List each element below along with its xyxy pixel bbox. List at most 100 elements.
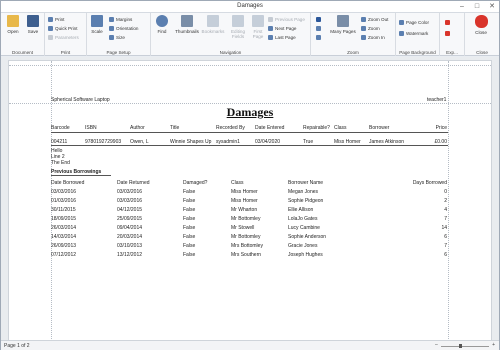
thumbnails-button[interactable]: Thumbnails: [175, 15, 199, 34]
report-viewer-window: Damages – □ ✕ Open Save Document Print Q…: [0, 0, 500, 350]
previous-page-button[interactable]: Previous Page: [268, 16, 305, 23]
table-cell: Mrs Bottomley: [231, 243, 263, 249]
table-cell: 13/12/2012: [117, 252, 143, 258]
bookmarks-button[interactable]: Bookmarks: [201, 15, 225, 34]
folder-open-icon: [7, 15, 19, 27]
open-button[interactable]: Open: [3, 15, 23, 34]
table-cell: LolaJo Gates: [288, 216, 318, 222]
close-window-icon[interactable]: ✕: [485, 2, 499, 12]
table-cell: 18/09/2015: [51, 216, 77, 222]
last-page-button[interactable]: Last Page: [268, 34, 296, 41]
table-cell: 03/03/2016: [117, 189, 143, 195]
group-label-close: Close: [476, 50, 488, 55]
column-header: Recorded By: [216, 125, 245, 131]
group-label-page-background: Page Background: [399, 50, 436, 55]
send-email-icon: [445, 31, 450, 36]
group-label-zoom: Zoom: [347, 50, 359, 55]
pointer-tool-button[interactable]: [316, 16, 323, 23]
record-rule: [51, 145, 448, 146]
column-header-rule: [51, 132, 448, 133]
table-cell: 03/03/2016: [117, 198, 143, 204]
table-cell: 7: [444, 216, 447, 222]
preview-area[interactable]: Spherical Software Laptop teacher1 Damag…: [1, 57, 499, 340]
table-cell: 09/04/2014: [117, 225, 143, 231]
table-cell: 6: [444, 252, 447, 258]
scale-button[interactable]: Scale: [87, 15, 107, 34]
report-title: Damages: [226, 105, 274, 119]
bookmark-icon: [207, 15, 219, 27]
page-color-button[interactable]: Page Color: [399, 19, 429, 26]
table-cell: 7: [444, 243, 447, 249]
minimize-icon[interactable]: –: [455, 2, 469, 12]
margins-icon: [109, 17, 114, 22]
page-color-icon: [399, 20, 404, 25]
scale-icon: [91, 15, 103, 27]
previous-borrowings-header: Days Borrowed: [412, 180, 447, 186]
zoom-plus-icon[interactable]: +: [492, 342, 495, 348]
hand-tool-button[interactable]: [316, 25, 323, 32]
magnifier-tool-button[interactable]: [316, 34, 323, 41]
zoom-button[interactable]: Zoom: [361, 25, 380, 32]
table-cell: False: [183, 216, 196, 222]
search-icon: [156, 15, 168, 27]
ribbon-group-export: Exp...: [440, 13, 465, 56]
table-cell: False: [183, 243, 196, 249]
table-cell: 14: [441, 225, 447, 231]
table-cell: Miss Homer: [231, 198, 258, 204]
table-cell: Lucy Cambine: [288, 225, 320, 231]
next-page-icon: [268, 26, 273, 31]
table-cell: Ellie Allison: [288, 207, 314, 213]
zoom-slider-knob[interactable]: [459, 344, 462, 348]
table-cell: 30/11/2015: [51, 207, 76, 213]
last-page-icon: [268, 35, 273, 40]
table-cell: 07/12/2012: [51, 252, 77, 258]
quick-print-button[interactable]: Quick Print: [48, 25, 77, 32]
column-header: ISBN: [85, 125, 97, 131]
find-button[interactable]: Find: [152, 15, 172, 34]
column-header: Title: [170, 125, 180, 131]
column-header: Class: [334, 125, 347, 131]
zoom-out-button[interactable]: Zoom Out: [361, 16, 388, 23]
size-button[interactable]: Size: [109, 34, 125, 41]
table-cell: Sophie Pidgeon: [288, 198, 324, 204]
table-cell: False: [183, 252, 196, 258]
table-cell: 03/10/2013: [117, 243, 143, 249]
editing-fields-icon: [232, 15, 244, 27]
export-button[interactable]: [445, 19, 452, 26]
printer-icon: [48, 17, 53, 22]
header-guide: [9, 103, 491, 104]
margins-button[interactable]: Margins: [109, 16, 132, 23]
zoom-minus-icon[interactable]: –: [435, 342, 438, 348]
zoom-in-icon: [361, 35, 366, 40]
report-header-right: teacher1: [427, 97, 447, 103]
editing-fields-button[interactable]: Editing Fields: [227, 15, 249, 39]
save-button[interactable]: Save: [23, 15, 43, 34]
column-header: Barcode: [51, 125, 70, 131]
zoom-slider[interactable]: – +: [435, 342, 495, 348]
previous-borrowings-header: Damaged?: [183, 180, 208, 186]
orientation-button[interactable]: Orientation: [109, 25, 138, 32]
table-cell: False: [183, 198, 196, 204]
send-button[interactable]: [445, 30, 452, 37]
table-cell: 20/03/2014: [117, 234, 143, 240]
close-preview-button[interactable]: Close: [471, 15, 491, 35]
previous-borrowings-header: Date Returned: [117, 180, 150, 186]
parameters-button[interactable]: Parameters: [48, 34, 79, 41]
ribbon-group-print: Print Quick Print Parameters Print: [45, 13, 87, 56]
group-label-page-setup: Page Setup: [106, 50, 131, 55]
table-cell: 6: [444, 234, 447, 240]
ribbon-group-document: Open Save Document: [1, 13, 45, 56]
many-pages-button[interactable]: Many Pages: [328, 15, 358, 34]
table-cell: Mr Bottomley: [231, 234, 261, 240]
zoom-in-button[interactable]: Zoom In: [361, 34, 385, 41]
next-page-button[interactable]: Next Page: [268, 25, 296, 32]
export-pdf-icon: [445, 20, 450, 25]
page-status: Page 1 of 2: [4, 343, 30, 349]
watermark-button[interactable]: Watermark: [399, 30, 428, 37]
table-cell: 04/12/2015: [117, 207, 143, 213]
first-page-button[interactable]: First Page: [251, 15, 265, 39]
maximize-icon[interactable]: □: [470, 2, 484, 12]
orientation-icon: [109, 26, 114, 31]
print-button[interactable]: Print: [48, 16, 64, 23]
table-cell: Mr Bottomley: [231, 216, 261, 222]
